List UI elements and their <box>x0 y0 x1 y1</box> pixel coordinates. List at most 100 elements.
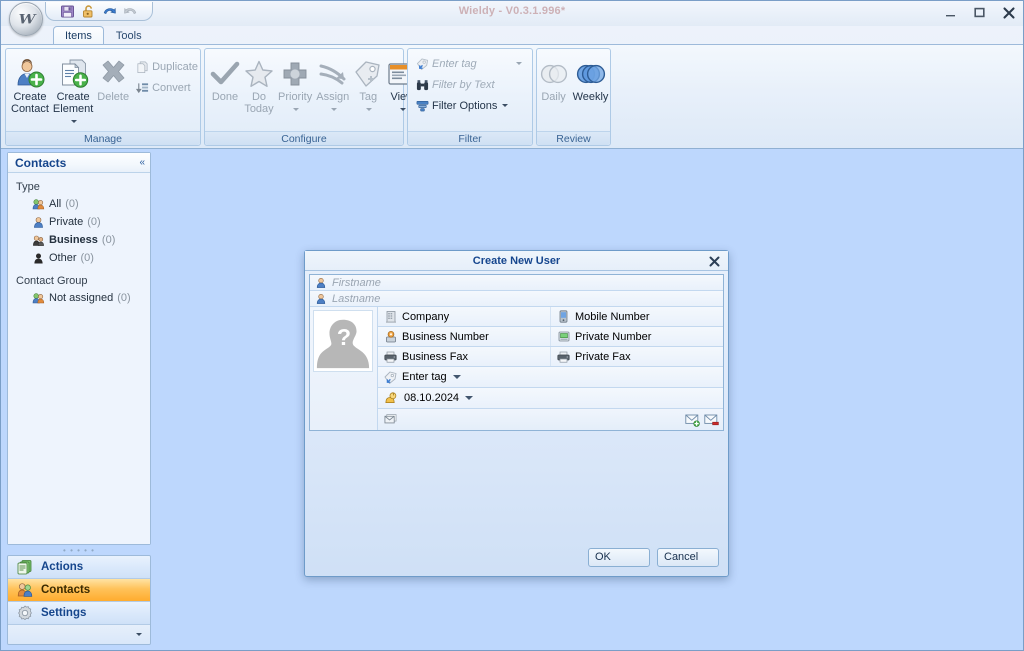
assign-label: Assign <box>316 91 349 115</box>
actions-icon <box>16 559 33 576</box>
application-window: W Wieldy - V0.3.1.996* Items Tools Creat… <box>0 0 1024 651</box>
business-private-fax-row: Business Fax Private Fax <box>378 347 723 367</box>
filter-enter-tag-label: Enter tag <box>432 57 477 70</box>
minimize-button[interactable] <box>942 4 959 21</box>
delete-button: Delete <box>96 53 130 104</box>
lastname-field[interactable]: Lastname <box>310 291 723 306</box>
private-fax-field[interactable]: Private Fax <box>550 347 723 366</box>
application-menu-orb[interactable]: W <box>9 2 43 36</box>
firstname-field[interactable]: Firstname <box>310 275 723 290</box>
collapse-pane-button[interactable]: « <box>139 157 145 168</box>
delete-icon <box>98 57 129 90</box>
tag-button: Tag <box>352 53 384 116</box>
cancel-button[interactable]: Cancel <box>657 548 719 567</box>
close-icon[interactable] <box>707 254 721 268</box>
lock-icon[interactable] <box>81 4 96 19</box>
binoculars-icon <box>416 78 429 91</box>
sidebar-item-business[interactable]: Business (0) <box>8 231 150 249</box>
sidebar-item-contacts[interactable]: Contacts <box>8 579 150 602</box>
do-today-button: Do Today <box>243 53 275 116</box>
company-building-icon <box>384 310 397 323</box>
add-email-icon[interactable] <box>685 413 700 427</box>
orb-logo-glyph: W <box>18 11 36 27</box>
sidebar-item-not-assigned-count: (0) <box>117 292 131 304</box>
close-button[interactable] <box>1000 4 1017 21</box>
sidebar-item-contacts-label: Contacts <box>41 584 91 596</box>
private-number-field[interactable]: Private Number <box>550 327 723 346</box>
private-fax-placeholder: Private Fax <box>575 350 631 363</box>
nav-section-type-label: Type <box>16 181 40 193</box>
birthday-row: 08.10.2024 <box>378 388 723 409</box>
company-placeholder: Company <box>402 310 450 323</box>
navigation-pane-splitter[interactable]: • • • • • <box>7 545 151 555</box>
fax-icon <box>557 350 570 363</box>
navigation-pane-overflow[interactable] <box>8 625 150 644</box>
window-title: Wieldy - V0.3.1.996* <box>458 5 566 17</box>
sidebar-item-business-count: (0) <box>101 234 116 246</box>
sidebar-item-private[interactable]: Private (0) <box>8 213 150 231</box>
create-element-icon <box>58 57 89 90</box>
filter-options-button[interactable]: Filter Options <box>412 96 512 115</box>
window-controls <box>942 4 1017 21</box>
dialog-title: Create New User <box>472 254 561 267</box>
tag-filter-icon <box>416 57 429 70</box>
do-today-star-icon <box>244 57 274 90</box>
sidebar-item-settings-label: Settings <box>41 607 87 619</box>
avatar[interactable]: ? <box>313 310 373 372</box>
birthday-dropdown-chevron-down-icon[interactable] <box>465 396 474 400</box>
redo-icon <box>123 4 138 19</box>
business-fax-field[interactable]: Business Fax <box>378 347 550 366</box>
sidebar-item-actions[interactable]: Actions <box>8 556 150 579</box>
daily-label: Daily <box>541 91 566 103</box>
do-today-label: Do Today <box>244 91 274 115</box>
chevron-down-icon[interactable] <box>502 104 509 107</box>
sidebar-item-not-assigned-label: Not assigned <box>49 292 114 304</box>
chevron-down-icon[interactable] <box>516 62 522 65</box>
company-field[interactable]: Company <box>378 307 550 326</box>
navigation-pane-header: Contacts « <box>8 153 150 173</box>
filter-enter-tag-input[interactable]: Enter tag <box>412 54 526 73</box>
weekly-circles-icon <box>576 57 606 90</box>
firstname-placeholder: Firstname <box>332 276 381 289</box>
chevron-down-icon[interactable] <box>136 633 142 636</box>
tag-icon <box>353 57 383 90</box>
convert-button: Convert <box>132 78 202 97</box>
ribbon-tab-bar: Items Tools <box>1 26 1023 44</box>
birthday-icon <box>384 392 397 405</box>
weekly-label: Weekly <box>572 91 609 103</box>
sidebar-item-private-count: (0) <box>87 216 101 228</box>
sidebar-item-other[interactable]: Other (0) <box>8 249 150 267</box>
business-number-field[interactable]: Business Number <box>378 327 550 346</box>
business-phone-icon <box>384 330 397 343</box>
create-element-button[interactable]: Create Element <box>52 53 94 128</box>
mail-icon <box>384 413 397 426</box>
filter-options-icon <box>416 99 429 112</box>
contacts-icon <box>16 582 33 599</box>
maximize-button[interactable] <box>971 4 988 21</box>
create-contact-button[interactable]: Create Contact <box>10 53 50 116</box>
sidebar-item-all[interactable]: All (0) <box>8 195 150 213</box>
remove-email-icon[interactable] <box>704 413 719 427</box>
quick-access-toolbar <box>45 2 153 21</box>
lastname-placeholder: Lastname <box>332 292 381 305</box>
mobile-number-field[interactable]: Mobile Number <box>550 307 723 326</box>
ok-button[interactable]: OK <box>588 548 650 567</box>
business-number-placeholder: Business Number <box>402 330 489 343</box>
title-bar: W Wieldy - V0.3.1.996* <box>1 1 1023 36</box>
save-icon[interactable] <box>60 4 75 19</box>
filter-by-text-label: Filter by Text <box>432 78 495 91</box>
undo-icon[interactable] <box>102 4 117 19</box>
sidebar-item-settings[interactable]: Settings <box>8 602 150 625</box>
done-button: Done <box>209 53 241 104</box>
tab-tools[interactable]: Tools <box>104 26 154 44</box>
sidebar-item-not-assigned[interactable]: Not assigned (0) <box>8 289 150 307</box>
duplicate-button: Duplicate <box>132 57 202 76</box>
filter-by-text-button[interactable]: Filter by Text <box>412 75 499 94</box>
create-contact-icon <box>14 57 45 90</box>
convert-icon <box>136 81 149 94</box>
weekly-review-button[interactable]: Weekly <box>572 53 610 104</box>
filter-options-label: Filter Options <box>432 99 498 112</box>
tag-dropdown-chevron-down-icon[interactable] <box>452 375 461 379</box>
navigation-pane: Contacts « Type All (0) Private (0) Busi… <box>1 149 157 650</box>
tab-items[interactable]: Items <box>53 26 104 44</box>
